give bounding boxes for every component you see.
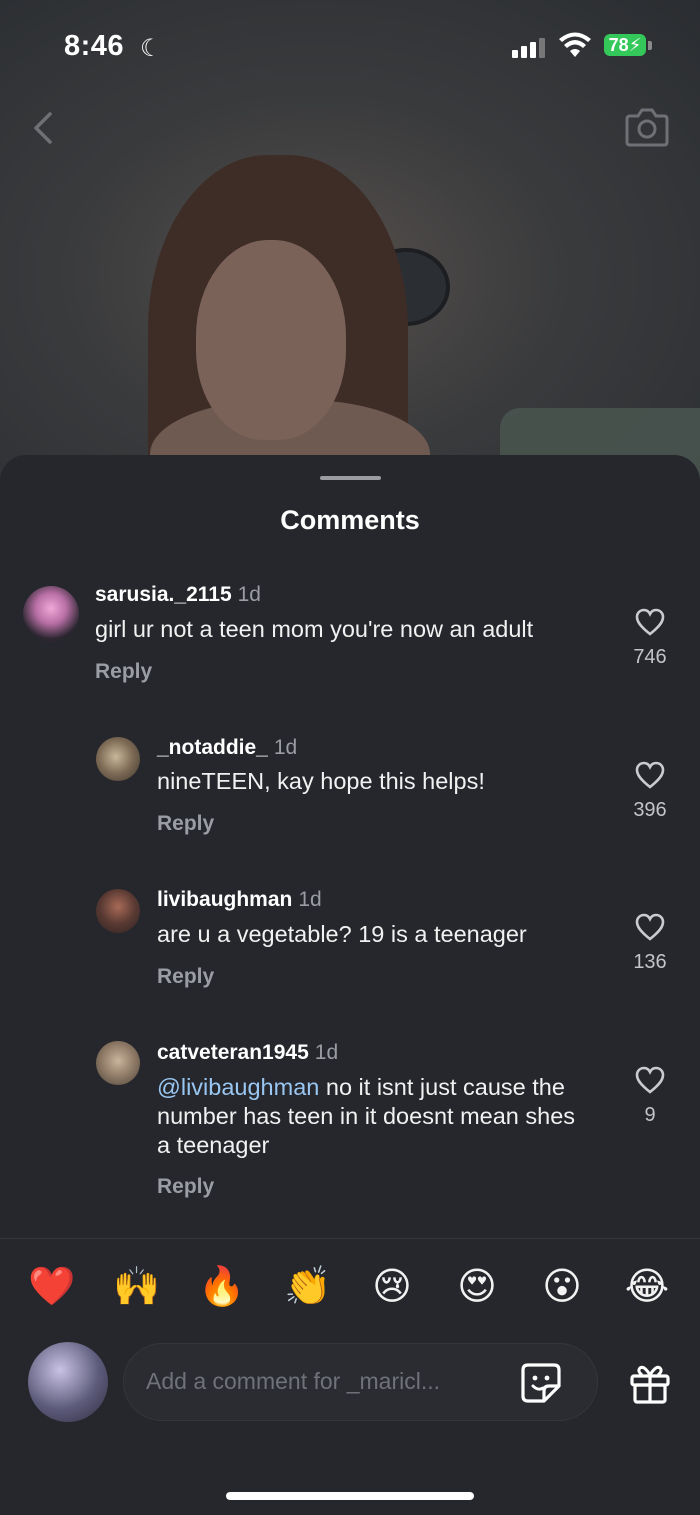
like-count: 396 (633, 799, 667, 821)
focus-moon-icon: ☾ (140, 35, 162, 62)
sticker-icon[interactable] (520, 1362, 562, 1404)
comment-timestamp: 1d (298, 888, 322, 911)
status-time: 8:46 (64, 30, 125, 62)
emoji-cry-button[interactable]: 😢 (367, 1262, 417, 1312)
battery-level: 78 (608, 35, 629, 55)
comment-text: nineTEEN, kay hope this helps! (157, 768, 485, 794)
like-count: 746 (633, 646, 667, 668)
divider (0, 1238, 700, 1239)
status-bar: 8:46 ☾ 78⚡ (0, 0, 700, 92)
reply-button[interactable]: Reply (95, 660, 152, 684)
avatar[interactable] (96, 1041, 140, 1085)
comment-text: girl ur not a teen mom you're now an adu… (95, 616, 534, 642)
emoji-surprised-button[interactable]: 😮 (537, 1262, 587, 1312)
emoji-raised-hands-button[interactable]: 🙌 (112, 1262, 162, 1312)
gift-icon[interactable] (628, 1362, 672, 1404)
comment-username[interactable]: _notaddie_ 1d (157, 736, 297, 760)
emoji-heart-button[interactable]: ❤️ (27, 1262, 77, 1312)
heart-outline-icon (635, 913, 665, 941)
comment-timestamp: 1d (237, 583, 261, 606)
avatar[interactable] (23, 586, 79, 642)
reply-button[interactable]: Reply (157, 965, 214, 989)
reply-button[interactable]: Reply (157, 1175, 214, 1199)
wifi-icon (559, 32, 591, 57)
subject-face (196, 240, 346, 440)
cellular-signal-icon (512, 38, 546, 58)
current-user-avatar (28, 1342, 108, 1422)
user-mention-link[interactable]: @livibaughman (157, 1074, 319, 1100)
emoji-fire-button[interactable]: 🔥 (197, 1262, 247, 1312)
sheet-grabber[interactable] (320, 476, 381, 480)
comment-timestamp: 1d (273, 736, 298, 759)
battery-icon: 78⚡ (604, 34, 646, 56)
like-count: 136 (633, 951, 667, 973)
like-button[interactable]: 746 (620, 608, 680, 669)
comment-input-placeholder: Add a comment for _maricl... (146, 1368, 440, 1394)
emoji-laughing-button[interactable]: 😂 (622, 1262, 672, 1312)
heart-outline-icon (635, 761, 665, 789)
comment-text: are u a vegetable? 19 is a teenager (157, 921, 527, 947)
comment-timestamp: 1d (314, 1041, 339, 1064)
reply-button[interactable]: Reply (157, 812, 214, 836)
like-button[interactable]: 136 (620, 913, 680, 974)
like-button[interactable]: 396 (620, 761, 680, 822)
comment-username[interactable]: catveteran1945 1d (157, 1041, 338, 1065)
comment-username[interactable]: sarusia._2115 1d (95, 583, 261, 607)
chevron-left-icon[interactable] (26, 108, 62, 148)
comment-username[interactable]: livibaughman 1d (157, 888, 322, 912)
like-count: 9 (644, 1104, 656, 1126)
heart-outline-icon (635, 1066, 665, 1094)
comment-text: @livibaughman no it isnt just cause the … (157, 1073, 577, 1160)
emoji-clap-button[interactable]: 👏 (283, 1262, 333, 1312)
sheet-title: Comments (280, 505, 420, 535)
battery-tip (648, 41, 652, 50)
avatar[interactable] (96, 889, 140, 933)
like-button[interactable]: 9 (620, 1066, 680, 1127)
home-indicator[interactable] (226, 1492, 474, 1500)
avatar[interactable] (96, 737, 140, 781)
emoji-quick-bar: ❤️ 🙌 🔥 👏 😢 😍 😮 😂 (0, 1262, 700, 1318)
heart-outline-icon (635, 608, 665, 636)
camera-icon[interactable] (624, 104, 670, 148)
emoji-heart-eyes-button[interactable]: 😍 (452, 1262, 502, 1312)
